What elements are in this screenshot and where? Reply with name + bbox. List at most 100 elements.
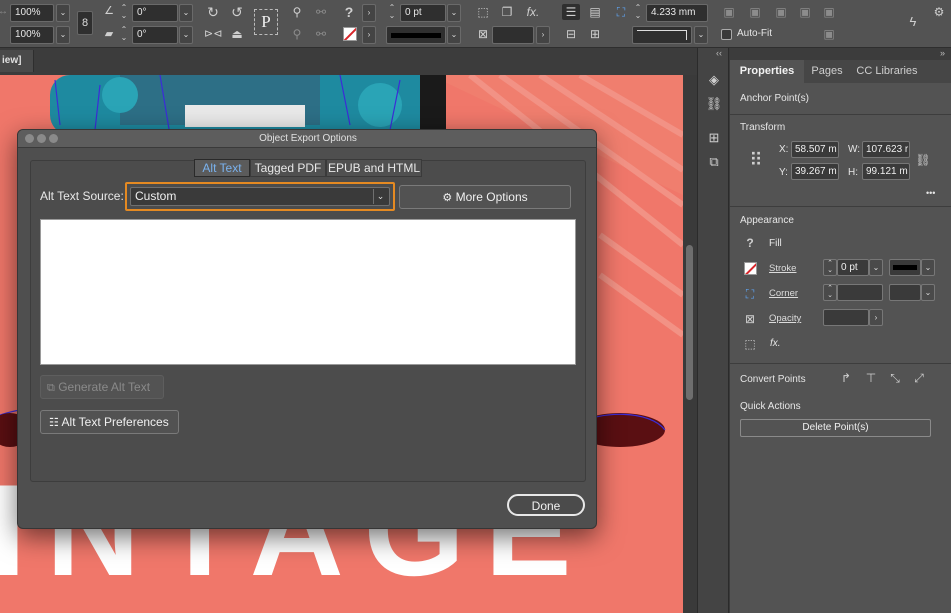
opacity-link[interactable]: Opacity [769,313,801,324]
corner-shape-field[interactable] [889,284,921,301]
gear-icon[interactable]: ⚙ [930,4,948,20]
stroke-weight-stepper[interactable]: ⌃ ⌄ [823,259,837,276]
flip-horizontal-icon[interactable]: ⊳⊲ [204,26,222,42]
flip-vertical-icon[interactable]: ⏏ [228,26,246,42]
corner-point-icon[interactable]: ⊤ [863,370,879,386]
effects-icon[interactable]: fx. [524,4,542,20]
opacity-arrow[interactable]: › [869,309,883,326]
tab-properties[interactable]: Properties [730,60,804,83]
alt-text-source-value[interactable]: Custom ⌄ [130,187,390,206]
alt-text-source-select[interactable]: Custom ⌄ [125,182,395,211]
symmetric-point-icon[interactable]: ⤢ [911,370,927,386]
corner-shape-field[interactable] [632,26,692,44]
alt-text-textarea[interactable] [40,219,576,365]
x-scale-field[interactable]: 100% [10,4,54,22]
stroke-weight-dropdown[interactable]: ⌄ [869,259,883,276]
minimize-dot-icon[interactable] [37,134,46,143]
align-bottom-icon[interactable]: ⊞ [586,26,604,42]
fitting-icon-3[interactable]: ▣ [772,4,790,20]
rotate-angle-dropdown[interactable]: ⌄ [179,4,193,22]
tab-alt-text[interactable]: Alt Text [194,159,250,177]
shear-stepper[interactable]: ⌃ ⌄ [118,26,130,44]
corner-shape-icon[interactable]: ⛶ [612,4,630,20]
smooth-point-icon[interactable]: ⤡ [887,370,903,386]
alt-text-preferences-button[interactable]: ☷ Alt Text Preferences [40,410,179,434]
done-button[interactable]: Done [507,494,585,516]
plain-point-icon[interactable]: ↱ [838,370,854,386]
text-frame-icon[interactable]: ⬚ [474,4,492,20]
stroke-weight-field[interactable]: 0 pt [400,4,446,22]
zoom-dot-icon[interactable] [49,134,58,143]
opacity-field[interactable] [823,309,869,326]
opacity-field[interactable] [492,26,534,44]
corner-link[interactable]: Corner [769,288,798,299]
align-distribute-icon[interactable]: ⚲ [288,4,306,20]
stroke-swatch-icon[interactable] [343,27,357,41]
auto-fit-checkbox[interactable] [721,29,732,40]
constrain-link-icon[interactable]: ⛓ [915,152,931,168]
close-dot-icon[interactable] [25,134,34,143]
align-right-icon[interactable]: ⚯ [312,26,330,42]
corner-stepper[interactable]: ⌃ ⌄ [823,284,837,301]
fitting-icon-1[interactable]: ▣ [720,4,738,20]
effects-icon[interactable]: fx. [770,338,781,349]
align-top-icon[interactable]: ⊟ [562,26,580,42]
reference-point-icon[interactable]: P [254,9,278,35]
height-field[interactable]: 99.121 m [862,163,910,180]
corner-size-field[interactable] [837,284,883,301]
fill-question-icon[interactable]: ? [340,4,358,20]
corner-size-field[interactable]: 4.233 mm [646,4,708,22]
content-fit-icon[interactable]: ▣ [820,26,838,42]
drop-shadow-icon[interactable]: ❐ [498,4,516,20]
stroke-type-field[interactable] [386,26,446,44]
constrain-proportions-icon[interactable]: 8 [77,11,93,35]
fitting-icon-2[interactable]: ▣ [746,4,764,20]
y-scale-field[interactable]: 100% [10,26,54,44]
panel-collapse-strip[interactable]: » [730,48,951,60]
cc-libraries-icon[interactable]: ⧉ [704,152,724,172]
stroke-type-dropdown[interactable]: ⌄ [447,26,461,44]
lightning-icon[interactable]: ϟ [904,14,922,30]
pages-icon[interactable]: ⊞ [704,128,724,148]
shear-angle-dropdown[interactable]: ⌄ [179,26,193,44]
collapse-icon[interactable]: ‹‹ [716,48,722,58]
corner-size-stepper[interactable]: ⌃ ⌄ [632,4,644,22]
tab-epub-html[interactable]: EPUB and HTML [326,159,422,177]
rotate-cw-icon[interactable]: ↻ [204,4,222,20]
stroke-type-field[interactable] [889,259,921,276]
tab-tagged-pdf[interactable]: Tagged PDF [250,159,326,177]
rotate-stepper[interactable]: ⌃ ⌄ [118,4,130,22]
justify-icon[interactable]: ▤ [586,4,604,20]
document-tab[interactable]: iew] [0,50,34,72]
corner-shape-dropdown[interactable]: ⌄ [694,26,708,44]
y-scale-dropdown[interactable]: ⌄ [56,26,70,44]
corner-shape-dropdown[interactable]: ⌄ [921,284,935,301]
align-left-icon[interactable]: ⚲ [288,26,306,42]
width-field[interactable]: 107.623 r [862,141,910,158]
fitting-icon-4[interactable]: ▣ [796,4,814,20]
generate-alt-text-button[interactable]: ⧉ Generate Alt Text [40,375,164,399]
vertical-scroll-thumb[interactable] [686,245,693,400]
more-options-icon[interactable]: ••• [926,188,935,198]
tab-pages[interactable]: Pages [804,60,850,83]
fill-question-icon[interactable]: ? [742,235,758,251]
reference-point-grid-icon[interactable]: ⠿ [744,148,768,172]
stroke-weight-field[interactable]: 0 pt [837,259,869,276]
distribute-icon[interactable]: ⚯ [312,4,330,20]
more-options-button[interactable]: ⚙ More Options [399,185,571,209]
delete-points-button[interactable]: Delete Point(s) [740,419,931,437]
stroke-swatch-icon[interactable] [744,262,757,275]
stroke-weight-dropdown[interactable]: ⌄ [447,4,461,22]
rotate-ccw-icon[interactable]: ↺ [228,4,246,20]
x-position-field[interactable]: 58.507 m [791,141,839,158]
fill-swatch-arrow[interactable]: › [362,4,376,22]
chevron-down-icon[interactable]: ⌄ [373,189,387,204]
align-center-icon[interactable]: ☰ [562,4,580,20]
stroke-swatch-arrow[interactable]: › [362,26,376,44]
rotate-angle-field[interactable]: 0° [132,4,178,22]
shear-angle-field[interactable]: 0° [132,26,178,44]
stroke-weight-stepper[interactable]: ⌃ ⌄ [386,4,398,22]
x-scale-dropdown[interactable]: ⌄ [56,4,70,22]
y-position-field[interactable]: 39.267 m [791,163,839,180]
layers-icon[interactable]: ◈ [704,70,724,90]
